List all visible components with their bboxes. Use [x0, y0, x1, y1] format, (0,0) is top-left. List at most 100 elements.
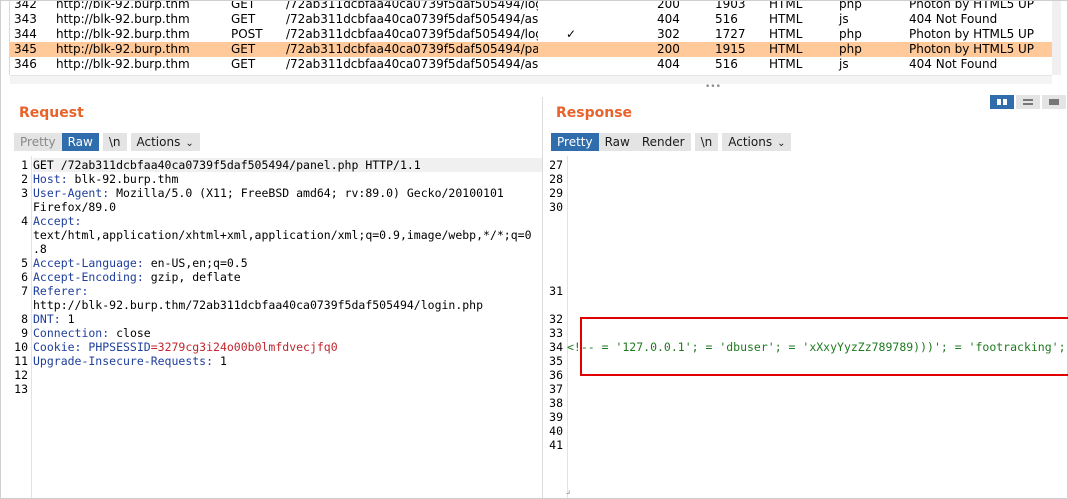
row-number: 344 — [14, 27, 37, 41]
resize-corner-icon[interactable]: ⌟ — [566, 486, 570, 496]
row-number: 343 — [14, 12, 37, 26]
actions-label: Actions — [136, 135, 181, 149]
header-accept-key: Accept: — [33, 214, 82, 228]
row-method: GET — [231, 57, 256, 71]
row-url: /72ab311dcbfaa40ca0739f5daf505494/as... — [286, 57, 538, 71]
request-pane-title: Request — [19, 105, 84, 121]
row-title: 404 Not Found — [909, 57, 998, 71]
line-number: 35 — [549, 354, 563, 368]
row-title: Photon by HTML5 UP — [909, 1, 1035, 11]
single-pane-layout-icon[interactable] — [1042, 95, 1066, 109]
row-host: http://blk-92.burp.thm — [56, 42, 190, 56]
history-horizontal-scrollbar[interactable] — [10, 75, 1052, 84]
row-mime: HTML — [769, 57, 803, 71]
newline-toggle-button[interactable]: \n — [102, 133, 127, 151]
row-url: /72ab311dcbfaa40ca0739f5daf505494/log... — [286, 1, 538, 11]
row-method: GET — [231, 12, 256, 26]
row-length: 516 — [715, 57, 738, 71]
header-value: 1 — [213, 354, 227, 368]
history-vertical-scrollbar[interactable] — [1052, 1, 1061, 75]
tab-render[interactable]: Render — [635, 133, 691, 151]
split-vertical-layout-icon[interactable] — [990, 95, 1014, 109]
header-value: Mozilla/5.0 (X11; FreeBSD amd64; rv:89.0… — [109, 186, 504, 200]
split-drag-handle-icon[interactable]: ••• — [705, 83, 721, 92]
row-status: 302 — [657, 27, 680, 41]
request-line-text: GET /72ab311dcbfaa40ca0739f5daf505494/pa… — [33, 158, 421, 172]
actions-label: Actions — [728, 135, 773, 149]
header-referer-key: Referer: — [33, 284, 89, 298]
line-number: 7 — [21, 284, 28, 298]
tab-pretty[interactable]: Pretty — [14, 133, 62, 151]
line-number: 1 — [21, 158, 28, 172]
row-mime: HTML — [769, 12, 803, 26]
line-number: 13 — [14, 382, 28, 396]
line-number: 40 — [549, 424, 563, 438]
line-number: 34 — [549, 340, 563, 354]
line-number: 27 — [549, 158, 563, 172]
table-row[interactable]: 346 http://blk-92.burp.thm GET /72ab311d… — [10, 57, 1060, 72]
row-method: GET — [231, 1, 256, 11]
line-number: 5 — [21, 256, 28, 270]
newline-toggle-button[interactable]: \n — [694, 133, 719, 151]
row-extension: js — [839, 12, 849, 26]
line-number: 29 — [549, 186, 563, 200]
row-number: 342 — [14, 1, 37, 11]
cookie-name: PHPSESSID — [81, 340, 151, 354]
chevron-down-icon: ⌄ — [777, 138, 786, 149]
actions-dropdown[interactable]: Actions ⌄ — [130, 133, 200, 151]
table-row[interactable]: 342 http://blk-92.burp.thm GET /72ab311d… — [10, 1, 1060, 12]
row-host: http://blk-92.burp.thm — [56, 57, 190, 71]
line-gutter-divider — [567, 156, 568, 498]
response-view-tabs: Pretty Raw Render \n Actions ⌄ — [551, 133, 792, 151]
header-value: close — [109, 326, 151, 340]
cookie-value: =3279cg3i24o00b0lmfdvecjfq0 — [150, 340, 338, 354]
tab-raw[interactable]: Raw — [598, 133, 636, 151]
table-row-selected[interactable]: 345 http://blk-92.burp.thm GET /72ab311d… — [10, 42, 1060, 57]
line-number: 31 — [549, 284, 563, 298]
row-edited-check: ✓ — [566, 27, 577, 41]
header-key: User-Agent: — [33, 186, 110, 200]
header-value-continuation: http://blk-92.burp.thm/72ab311dcbfaa40ca… — [33, 298, 484, 312]
row-mime: HTML — [769, 27, 803, 41]
header-host: Host: blk-92.burp.thm — [33, 172, 178, 186]
header-upgrade-insecure-requests: Upgrade-Insecure-Requests: 1 — [33, 354, 227, 368]
line-number: 12 — [14, 368, 28, 382]
table-row[interactable]: 344 http://blk-92.burp.thm POST /72ab311… — [10, 27, 1060, 42]
header-value-continuation: .8 — [33, 242, 47, 256]
header-key: DNT: — [33, 312, 61, 326]
tab-pretty[interactable]: Pretty — [551, 133, 599, 151]
line-number: 36 — [549, 368, 563, 382]
actions-dropdown[interactable]: Actions ⌄ — [722, 133, 792, 151]
row-method: GET — [231, 42, 256, 56]
line-number: 11 — [14, 354, 28, 368]
row-status: 404 — [657, 12, 680, 26]
line-number: 9 — [21, 326, 28, 340]
highlight-annotation-box — [580, 317, 1068, 376]
row-length: 1903 — [715, 1, 746, 11]
header-value-continuation: text/html,application/xhtml+xml,applicat… — [33, 228, 532, 242]
header-cookie: Cookie: PHPSESSID=3279cg3i24o00b0lmfdvec… — [33, 340, 338, 354]
chevron-down-icon: ⌄ — [185, 138, 194, 149]
header-user-agent: User-Agent: Mozilla/5.0 (X11; FreeBSD am… — [33, 186, 504, 200]
header-dnt: DNT: 1 — [33, 312, 75, 326]
row-title: Photon by HTML5 UP — [909, 42, 1035, 56]
row-extension: php — [839, 1, 862, 11]
row-mime: HTML — [769, 42, 803, 56]
header-key: Upgrade-Insecure-Requests: — [33, 354, 214, 368]
pane-divider[interactable] — [542, 97, 543, 498]
line-number: 30 — [549, 200, 563, 214]
line-number: 4 — [21, 214, 28, 228]
row-title: Photon by HTML5 UP — [909, 27, 1035, 41]
split-horizontal-layout-icon[interactable] — [1016, 95, 1040, 109]
row-extension: php — [839, 42, 862, 56]
burp-window: 342 http://blk-92.burp.thm GET /72ab311d… — [0, 0, 1068, 499]
line-number: 8 — [21, 312, 28, 326]
header-value: gzip, deflate — [143, 270, 241, 284]
row-url: /72ab311dcbfaa40ca0739f5daf505494/as... — [286, 12, 538, 26]
row-mime: HTML — [769, 1, 803, 11]
tab-raw[interactable]: Raw — [61, 133, 99, 151]
request-editor[interactable]: 1 2 3 4 5 6 7 8 9 10 11 12 13 GET /72ab3… — [14, 156, 542, 498]
row-url: /72ab311dcbfaa40ca0739f5daf505494/log... — [286, 27, 538, 41]
table-row[interactable]: 343 http://blk-92.burp.thm GET /72ab311d… — [10, 12, 1060, 27]
http-history-table: 342 http://blk-92.burp.thm GET /72ab311d… — [9, 1, 1061, 75]
